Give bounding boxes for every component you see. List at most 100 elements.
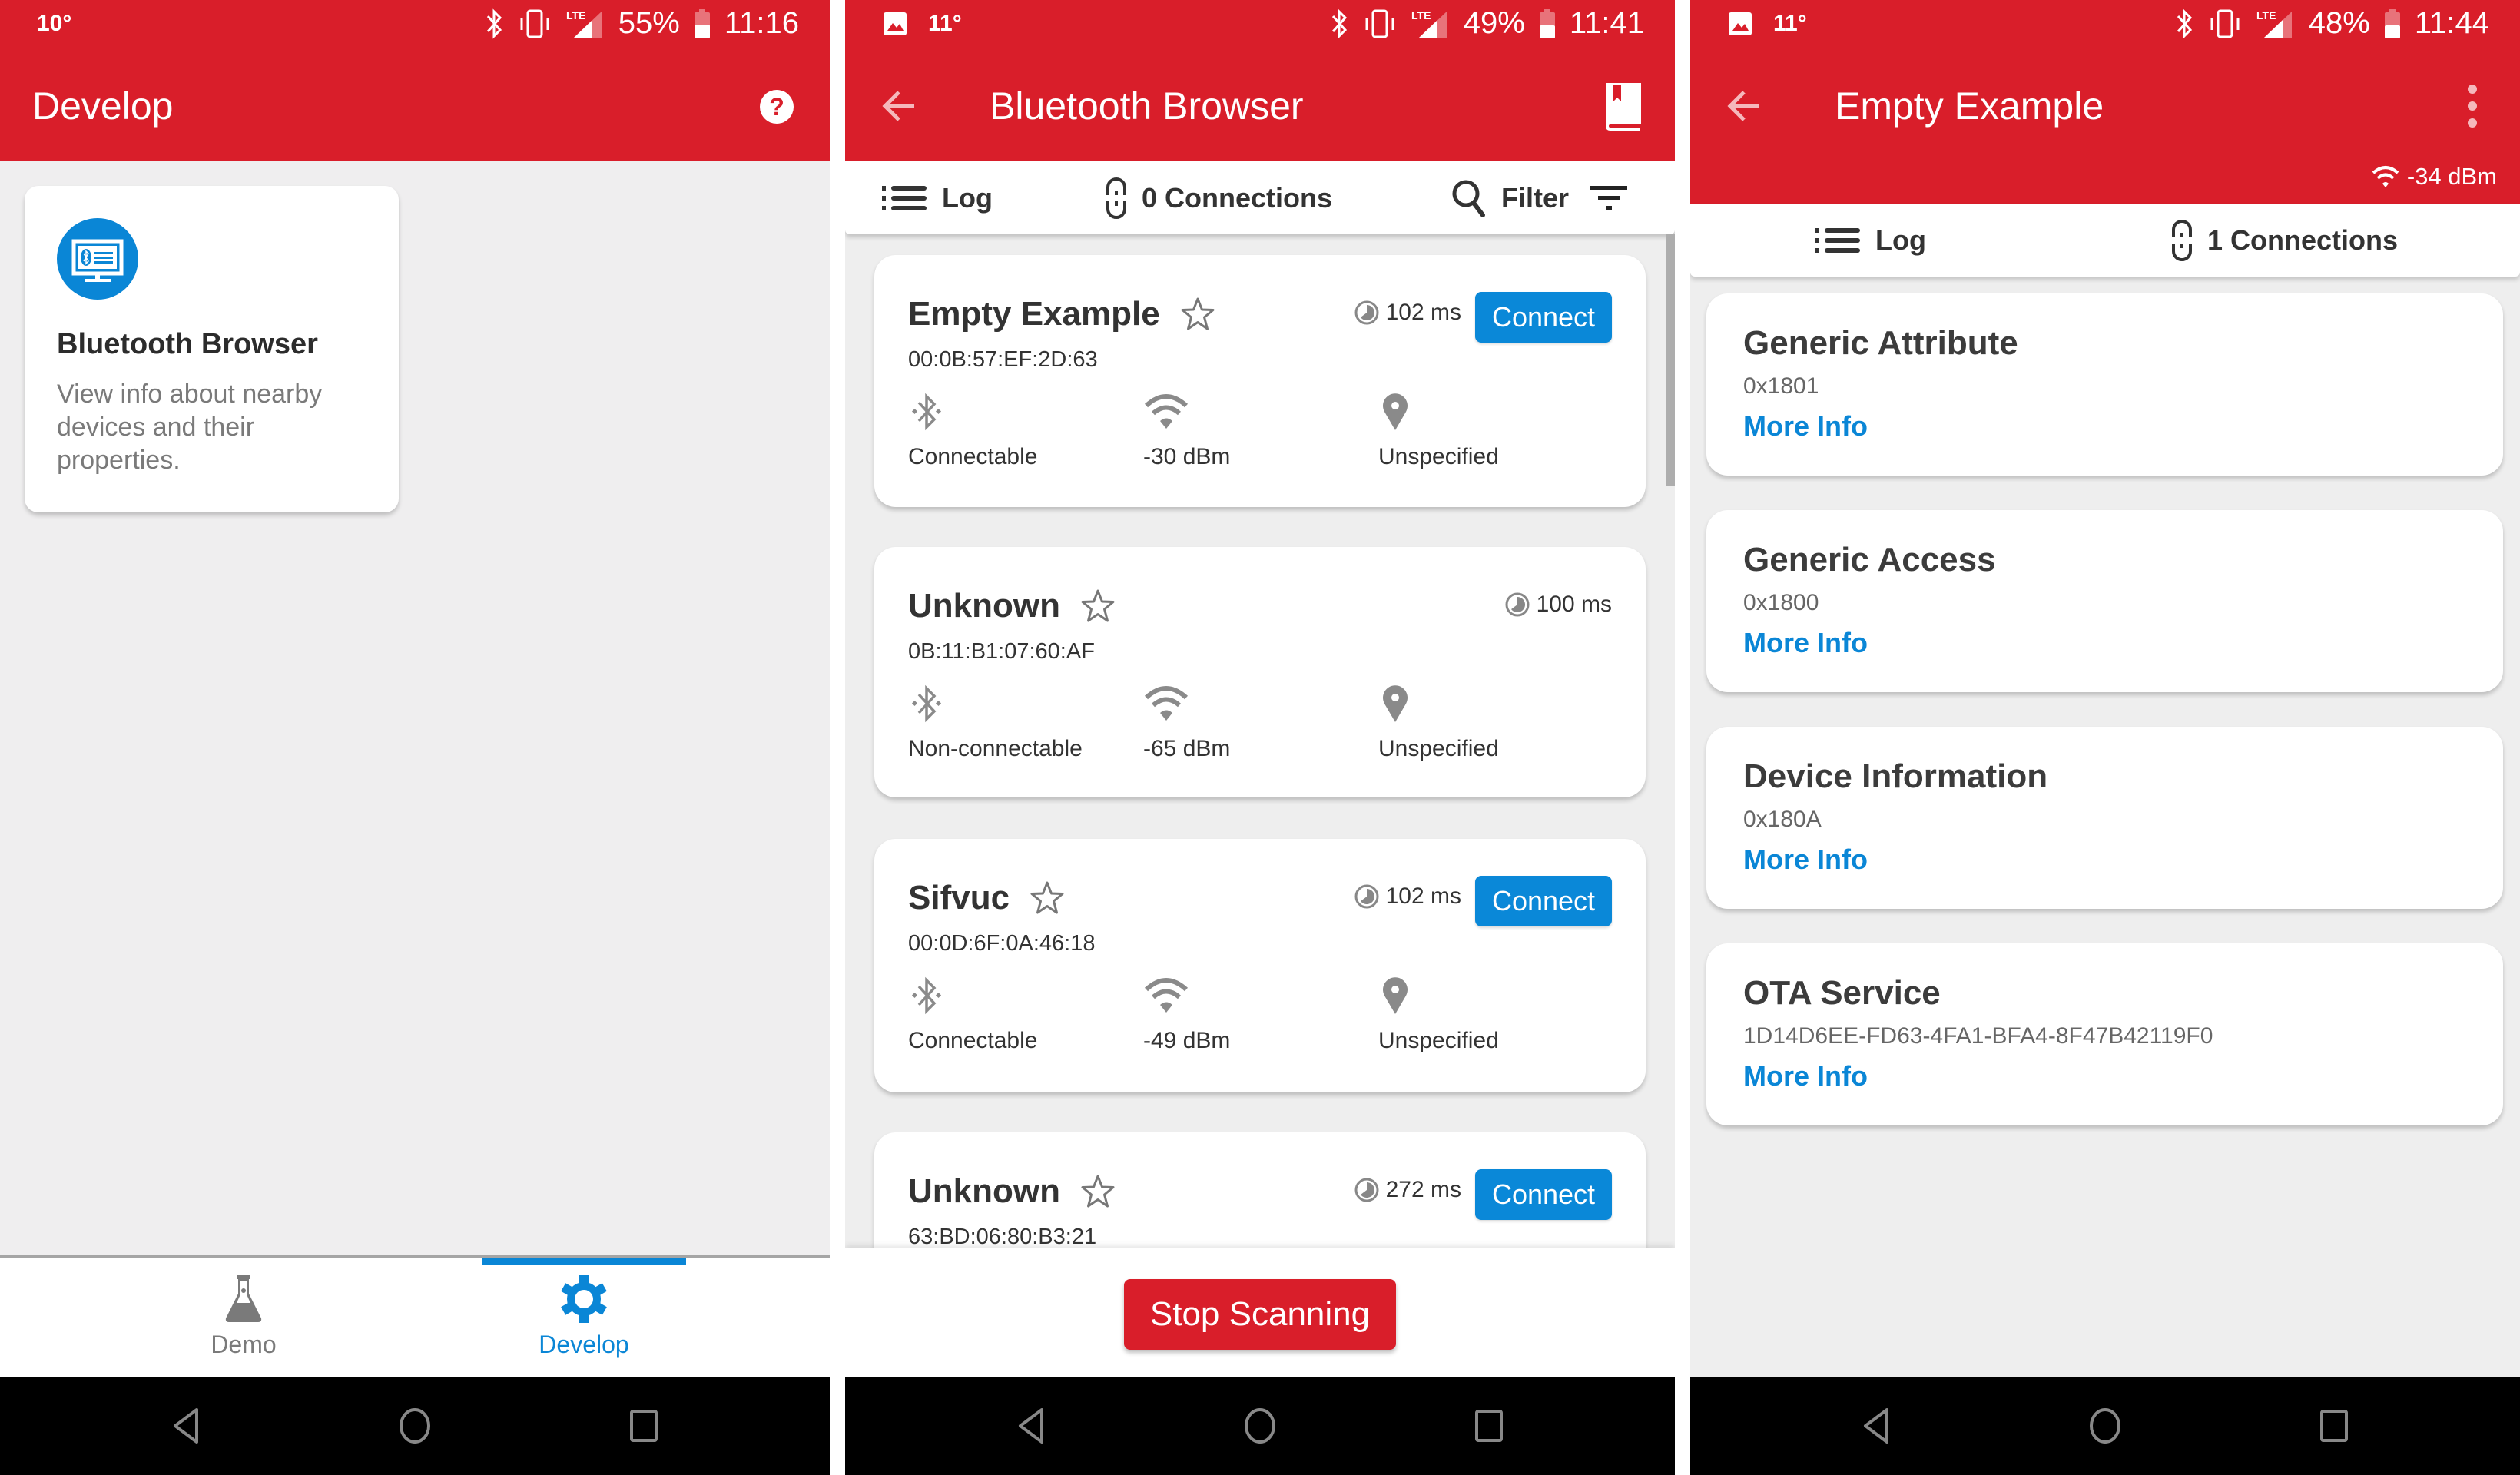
vibrate-icon: [1365, 9, 1394, 38]
service-card[interactable]: OTA Service 1D14D6EE-FD63-4FA1-BFA4-8F47B…: [1706, 943, 2503, 1125]
bluetooth-icon: [1331, 8, 1347, 39]
rssi-signal-icon: [1144, 686, 1189, 721]
feature-title: Bluetooth Browser: [57, 328, 318, 360]
flask-icon: [225, 1275, 262, 1322]
app-bar: 11° LTE 49% 11:41 Bluetooth Browser: [845, 0, 1675, 161]
more-info-link[interactable]: More Info: [1743, 627, 1868, 659]
tab-demo[interactable]: Demo: [128, 1274, 359, 1359]
connections-label: 0 Connections: [1142, 181, 1333, 214]
bonding-label: Unspecified: [1378, 444, 1499, 469]
connectable-status: Non-connectable: [908, 684, 1083, 762]
vibrate-icon: [520, 9, 549, 38]
more-info-link[interactable]: More Info: [1743, 410, 1868, 442]
connect-button[interactable]: Connect: [1475, 292, 1612, 343]
device-card[interactable]: Empty Example 00:0B:57:EF:2D:63 102 ms Conn…: [874, 255, 1646, 507]
recents-icon[interactable]: [1474, 1407, 1504, 1445]
service-name: Device Information: [1743, 757, 2048, 795]
favorite-star-icon[interactable]: [1030, 880, 1065, 916]
page-title: Empty Example: [1835, 85, 2104, 128]
screen-device-services: 11° LTE 48% 11:44 Empty Example -34 dBm …: [1690, 0, 2520, 1475]
bluetooth-icon: [486, 8, 502, 39]
recents-icon[interactable]: [628, 1407, 659, 1445]
more-info-link[interactable]: More Info: [1743, 1060, 1868, 1092]
tab-develop-label: Develop: [539, 1331, 629, 1358]
connections-button[interactable]: 1 Connections: [2170, 219, 2398, 262]
home-icon[interactable]: [398, 1407, 432, 1445]
gear-icon: [561, 1275, 607, 1323]
device-card[interactable]: Unknown 0B:11:B1:07:60:AF 100 ms Non-connec…: [874, 547, 1646, 797]
bonding-status: Unspecified: [1378, 392, 1499, 470]
home-icon[interactable]: [2088, 1407, 2122, 1445]
favorite-star-icon[interactable]: [1080, 1174, 1116, 1209]
connections-button[interactable]: 0 Connections: [1105, 177, 1332, 220]
book-icon[interactable]: [1600, 81, 1646, 132]
device-name: Sifvuc: [908, 879, 1010, 916]
connections-label: 1 Connections: [2207, 224, 2399, 256]
back-icon[interactable]: [1861, 1407, 1892, 1445]
stop-scanning-button[interactable]: Stop Scanning: [1124, 1279, 1396, 1350]
rssi-label: -49 dBm: [1143, 1028, 1231, 1053]
tab-demo-label: Demo: [211, 1331, 277, 1358]
image-icon: [884, 12, 907, 35]
svg-text:LTE: LTE: [1411, 9, 1431, 22]
device-name: Empty Example: [908, 295, 1160, 333]
log-button[interactable]: Log: [1815, 224, 1926, 257]
service-card[interactable]: Generic Attribute 0x1801 More Info: [1706, 293, 2503, 476]
back-icon[interactable]: [171, 1407, 201, 1445]
battery-icon: [1539, 8, 1555, 38]
clock: 11:44: [2414, 6, 2489, 40]
favorite-star-icon[interactable]: [1180, 297, 1215, 332]
scrollbar[interactable]: [1666, 234, 1675, 486]
device-address: 63:BD:06:80:B3:21: [908, 1225, 1097, 1249]
more-info-link[interactable]: More Info: [1743, 844, 1868, 876]
device-address: 00:0D:6F:0A:46:18: [908, 931, 1096, 956]
battery-icon: [694, 8, 710, 38]
home-icon[interactable]: [1243, 1407, 1277, 1445]
device-card[interactable]: Sifvuc 00:0D:6F:0A:46:18 102 ms Connect Conn…: [874, 839, 1646, 1092]
arrow-back-icon[interactable]: [1724, 83, 1770, 129]
service-name: OTA Service: [1743, 974, 1941, 1012]
back-icon[interactable]: [1016, 1407, 1046, 1445]
image-icon: [1729, 12, 1752, 35]
rssi-signal-icon: [1144, 978, 1189, 1013]
help-icon[interactable]: ?: [759, 89, 794, 124]
search-icon: [1452, 180, 1485, 217]
service-card[interactable]: Device Information 0x180A More Info: [1706, 727, 2503, 909]
more-vert-icon[interactable]: [2463, 83, 2482, 129]
feature-description: View info about nearby devices and their…: [57, 380, 323, 475]
system-navigation-bar: [0, 1377, 830, 1475]
connect-button[interactable]: Connect: [1475, 1169, 1612, 1220]
battery-icon: [2384, 8, 2400, 38]
system-navigation-bar: [845, 1377, 1675, 1475]
advertising-interval: 272 ms: [1354, 1177, 1461, 1203]
recents-icon[interactable]: [2319, 1407, 2349, 1445]
vibrate-icon: [2210, 9, 2240, 38]
connect-button[interactable]: Connect: [1475, 876, 1612, 926]
log-label: Log: [942, 181, 993, 214]
favorite-star-icon[interactable]: [1080, 588, 1116, 624]
screen-bluetooth-browser: 11° LTE 49% 11:41 Bluetooth Browser Log …: [845, 0, 1675, 1475]
service-uuid: 0x180A: [1743, 807, 1822, 832]
link-icon: [2170, 219, 2193, 261]
clock: 11:41: [1569, 6, 1644, 40]
bluetooth-icon: [911, 976, 942, 1015]
device-address: 00:0B:57:EF:2D:63: [908, 347, 1098, 372]
svg-text:?: ?: [769, 93, 784, 121]
tab-develop[interactable]: Develop: [469, 1274, 699, 1359]
service-uuid: 0x1801: [1743, 373, 1819, 399]
filter-button[interactable]: Filter: [1451, 178, 1628, 218]
arrow-back-icon[interactable]: [879, 83, 925, 129]
interval-value: 102 ms: [1385, 300, 1461, 325]
service-card[interactable]: Generic Access 0x1800 More Info: [1706, 510, 2503, 692]
page-title: Develop: [32, 85, 174, 128]
log-button[interactable]: Log: [882, 182, 993, 214]
filter-label: Filter: [1501, 181, 1570, 214]
lte-signal-icon: LTE: [566, 9, 602, 38]
app-bar: 10° LTE 55% 11:16 Develop ?: [0, 0, 830, 161]
advertising-interval-icon: [1505, 592, 1530, 617]
bonding-status: Unspecified: [1378, 684, 1499, 762]
device-address: 0B:11:B1:07:60:AF: [908, 639, 1095, 664]
feature-card-bluetooth-browser[interactable]: Bluetooth Browser View info about nearby…: [25, 186, 399, 512]
device-name: Unknown: [908, 587, 1060, 625]
svg-text:LTE: LTE: [566, 9, 585, 22]
